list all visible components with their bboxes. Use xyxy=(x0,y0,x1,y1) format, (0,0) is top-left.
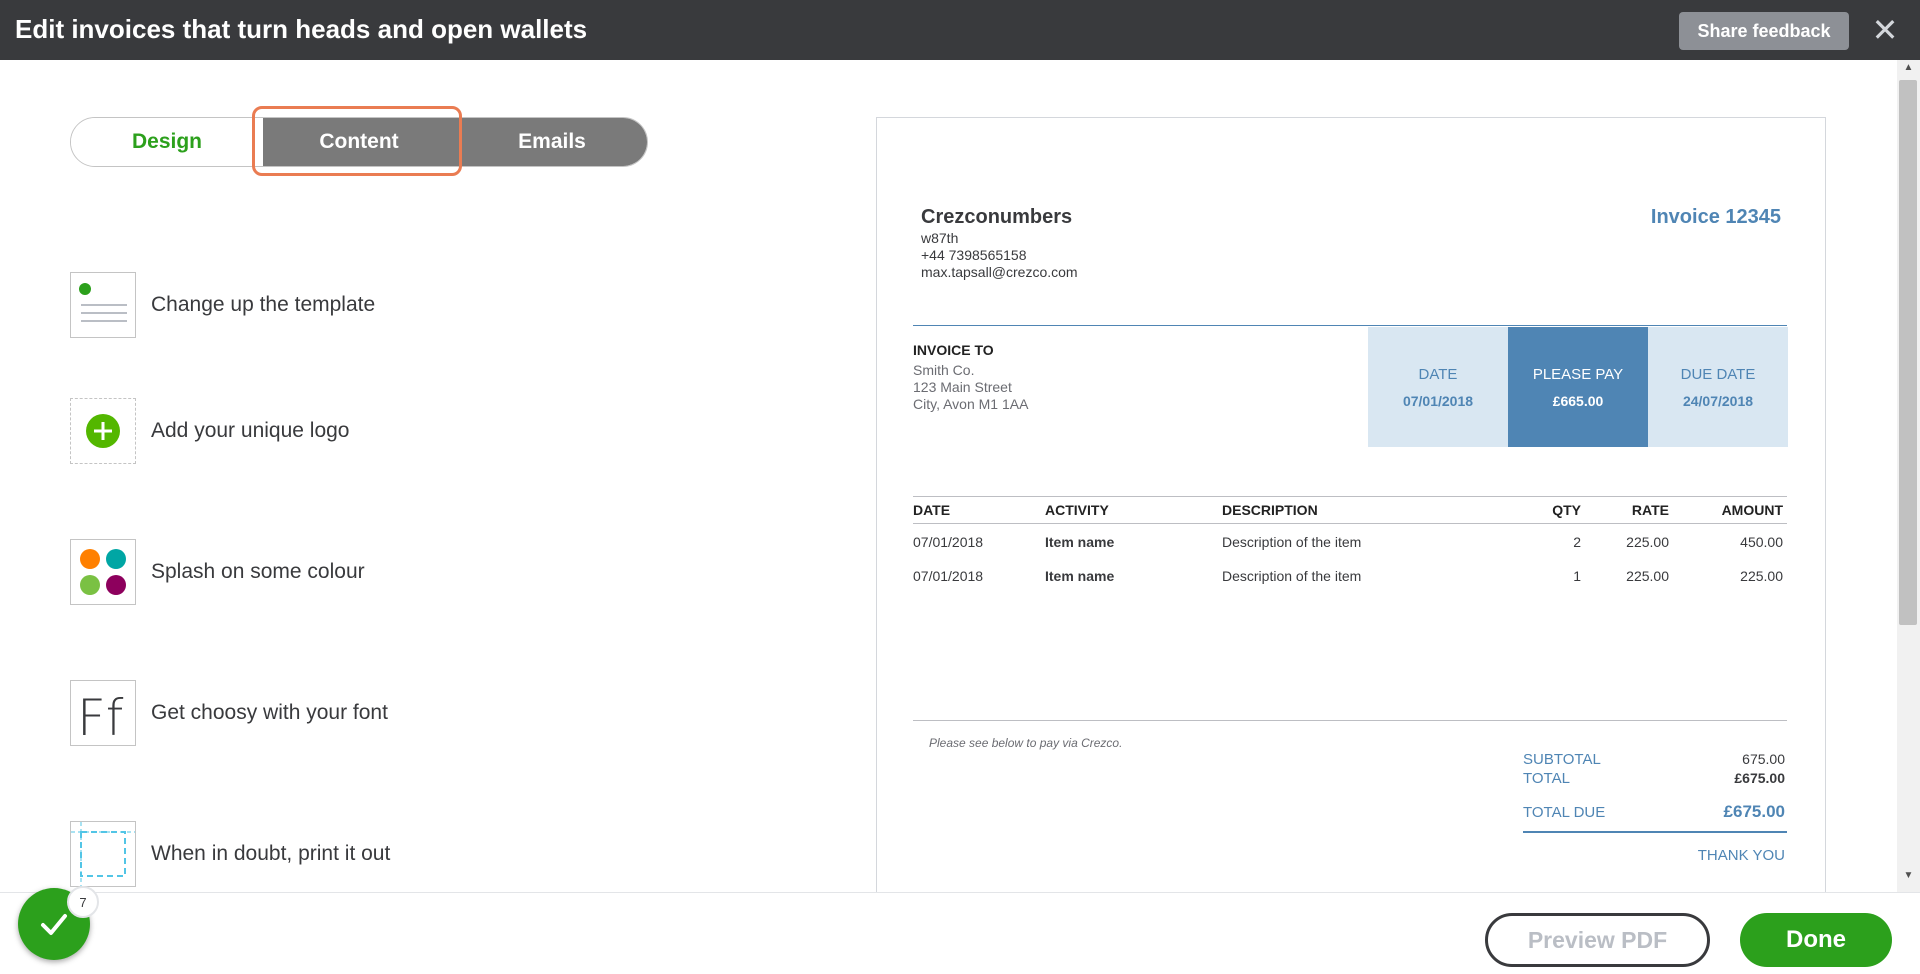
feature-label: When in doubt, print it out xyxy=(151,842,391,865)
column-header-qty: QTY xyxy=(1552,502,1581,518)
company-phone: +44 7398565158 xyxy=(921,247,1027,263)
feature-font[interactable]: Ff Get choosy with your font xyxy=(70,680,670,747)
add-logo-icon xyxy=(70,398,136,464)
bill-to-heading: INVOICE TO xyxy=(913,342,994,358)
print-icon xyxy=(70,821,136,887)
row-amount: 225.00 xyxy=(1740,568,1783,584)
please-pay-box: PLEASE PAY £665.00 xyxy=(1508,327,1648,447)
row-rate: 225.00 xyxy=(1626,568,1669,584)
row-date: 07/01/2018 xyxy=(913,568,984,584)
colour-palette-icon xyxy=(70,539,136,605)
scrollbar-thumb[interactable] xyxy=(1899,80,1917,625)
checkmark-icon xyxy=(41,914,67,935)
feature-colour[interactable]: Splash on some colour xyxy=(70,539,670,605)
feature-label: Splash on some colour xyxy=(151,560,365,583)
share-feedback-button[interactable]: Share feedback xyxy=(1679,12,1849,50)
feature-label: Change up the template xyxy=(151,293,376,316)
due-date-value: 24/07/2018 xyxy=(1682,392,1754,409)
total-due-value: £675.00 xyxy=(1723,802,1785,821)
done-button[interactable]: Done xyxy=(1740,913,1892,967)
please-pay-value: £665.00 xyxy=(1552,392,1604,409)
feature-label: Get choosy with your font xyxy=(151,701,388,724)
scroll-up-arrow-icon[interactable]: ▲ xyxy=(1897,62,1920,78)
feature-print[interactable]: When in doubt, print it out xyxy=(70,821,670,887)
total-label: TOTAL xyxy=(1523,770,1570,787)
invoice-preview: Crezconumbers w87th +44 7398565158 max.t… xyxy=(876,117,1826,897)
thank-you-text: THANK YOU xyxy=(1697,847,1785,864)
table-header-rule xyxy=(913,523,1787,524)
company-email: max.tapsall@crezco.com xyxy=(921,264,1078,280)
divider xyxy=(913,325,1787,326)
please-pay-label: PLEASE PAY xyxy=(1532,365,1624,383)
footer-rule xyxy=(913,720,1787,721)
due-date-label: DUE DATE xyxy=(1680,365,1756,383)
row-qty: 1 xyxy=(1573,568,1581,584)
row-activity: Item name xyxy=(1045,568,1115,584)
invoice-title: Invoice 12345 xyxy=(1650,206,1781,228)
page-title: Edit invoices that turn heads and open w… xyxy=(15,14,588,44)
bill-to-name: Smith Co. xyxy=(913,362,975,378)
row-activity: Item name xyxy=(1045,534,1115,550)
due-date-box: DUE DATE 24/07/2018 xyxy=(1648,327,1788,447)
column-header-activity: ACTIVITY xyxy=(1045,502,1109,518)
scroll-down-arrow-icon[interactable]: ▼ xyxy=(1897,870,1920,886)
total-due-label: TOTAL DUE xyxy=(1523,804,1606,821)
column-header-description: DESCRIPTION xyxy=(1222,502,1318,518)
tab-design[interactable]: Design xyxy=(71,118,263,166)
column-header-rate: RATE xyxy=(1631,502,1669,518)
row-qty: 2 xyxy=(1573,534,1581,550)
row-rate: 225.00 xyxy=(1626,534,1669,550)
company-address: w87th xyxy=(921,230,959,246)
date-box-value: 07/01/2018 xyxy=(1402,392,1474,409)
date-box: DATE 07/01/2018 xyxy=(1368,327,1508,447)
column-header-date: DATE xyxy=(913,502,951,518)
company-name: Crezconumbers xyxy=(921,206,1073,228)
bill-to-city: City, Avon M1 1AA xyxy=(913,396,1029,412)
subtotal-label: SUBTOTAL xyxy=(1523,751,1601,768)
template-icon xyxy=(70,272,136,338)
top-bar: Edit invoices that turn heads and open w… xyxy=(0,0,1920,60)
row-amount: 450.00 xyxy=(1740,534,1783,550)
svg-text:Ff: Ff xyxy=(77,689,124,745)
preview-pdf-button[interactable]: Preview PDF xyxy=(1485,913,1710,967)
font-icon: Ff xyxy=(70,680,136,747)
tab-highlight-outline xyxy=(252,106,462,176)
column-header-amount: AMOUNT xyxy=(1721,502,1783,518)
close-icon[interactable]: ✕ xyxy=(1871,12,1899,48)
row-description: Description of the item xyxy=(1222,568,1362,584)
subtotal-value: 675.00 xyxy=(1742,751,1785,767)
row-description: Description of the item xyxy=(1222,534,1362,550)
bill-to-street: 123 Main Street xyxy=(913,379,1012,395)
feature-logo[interactable]: Add your unique logo xyxy=(70,398,670,464)
feature-template[interactable]: Change up the template xyxy=(70,272,670,338)
date-box-label: DATE xyxy=(1418,365,1458,383)
total-due-rule xyxy=(1523,831,1787,833)
task-count-badge: 7 xyxy=(67,886,99,918)
table-top-rule xyxy=(913,496,1787,497)
row-date: 07/01/2018 xyxy=(913,534,984,550)
tab-emails[interactable]: Emails xyxy=(455,118,647,166)
total-value: £675.00 xyxy=(1734,770,1785,786)
payment-note: Please see below to pay via Crezco. xyxy=(929,736,1123,750)
feature-label: Add your unique logo xyxy=(151,419,350,442)
